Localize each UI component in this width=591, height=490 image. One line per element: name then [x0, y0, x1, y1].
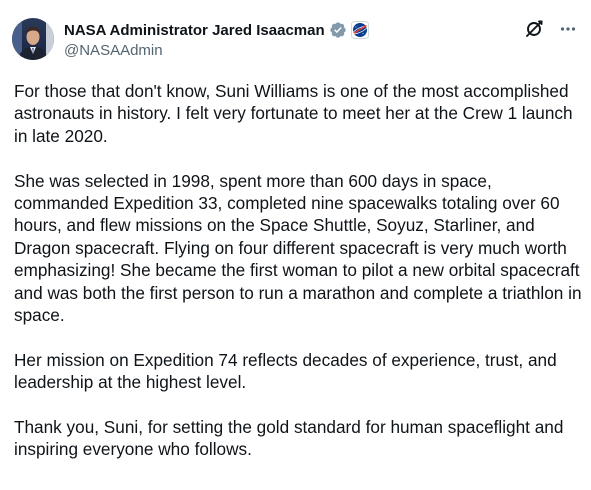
avatar-photo [12, 18, 54, 60]
post-body: For those that don't know, Suni Williams… [14, 80, 584, 483]
grok-icon [524, 19, 544, 44]
verified-badge-icon[interactable] [329, 21, 347, 39]
avatar[interactable] [12, 18, 54, 60]
grok-button[interactable] [521, 18, 547, 44]
post-header: NASA Administrator Jared Isaacman @NASAA… [12, 10, 581, 62]
post-paragraph: She was selected in 1998, spent more tha… [14, 170, 582, 326]
more-options-button[interactable] [555, 18, 581, 44]
handle[interactable]: @NASAAdmin [64, 42, 511, 59]
post-paragraph: Her mission on Expedition 74 reflects de… [14, 349, 557, 393]
display-name[interactable]: NASA Administrator Jared Isaacman [64, 22, 325, 39]
post: NASA Administrator Jared Isaacman @NASAA… [0, 0, 591, 490]
nasa-affiliation-icon[interactable] [350, 21, 369, 39]
post-paragraph: Thank you, Suni, for setting the gold st… [14, 417, 564, 460]
header-actions [521, 18, 581, 44]
more-options-icon [559, 20, 577, 43]
author-info: NASA Administrator Jared Isaacman @NASAA… [64, 20, 511, 59]
name-row: NASA Administrator Jared Isaacman [64, 20, 511, 40]
post-paragraph: For those that don't know, Suni Williams… [14, 81, 573, 146]
